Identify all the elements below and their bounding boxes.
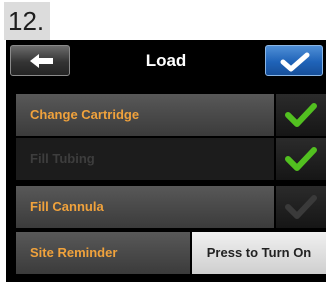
turn-on-button[interactable]: Press to Turn On bbox=[192, 232, 326, 274]
checkmark-icon bbox=[280, 52, 310, 72]
status-cell bbox=[276, 94, 326, 136]
confirm-button[interactable] bbox=[265, 45, 323, 76]
left-arrow-icon bbox=[30, 54, 53, 68]
site-reminder-label: Site Reminder bbox=[16, 232, 190, 274]
back-button[interactable] bbox=[10, 45, 70, 76]
step-number: 12. bbox=[4, 2, 50, 40]
fill-tubing-button: Fill Tubing bbox=[16, 138, 274, 180]
page-title: Load bbox=[145, 51, 187, 70]
status-cell bbox=[276, 138, 326, 180]
fill-cannula-button[interactable]: Fill Cannula bbox=[16, 186, 274, 228]
gray-check-icon bbox=[285, 195, 317, 219]
green-check-icon bbox=[285, 147, 317, 171]
change-cartridge-button[interactable]: Change Cartridge bbox=[16, 94, 274, 136]
status-cell bbox=[276, 186, 326, 228]
header-bar: Load bbox=[6, 40, 326, 82]
green-check-icon bbox=[285, 103, 317, 127]
device-screen: Load Change Cartridge Fill Tubing Fill C… bbox=[6, 40, 326, 282]
